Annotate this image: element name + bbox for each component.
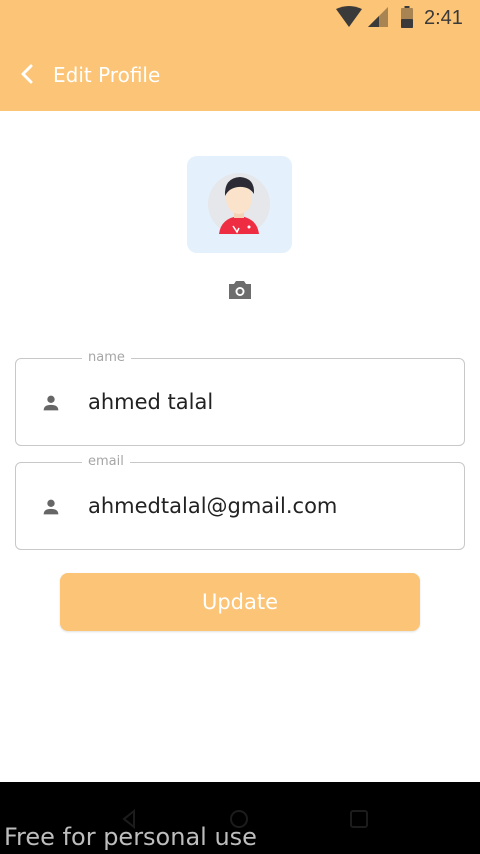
watermark-text: Free for personal use [4,823,257,851]
status-time: 2:41 [424,7,463,29]
person-icon [43,499,59,515]
page-title: Edit Profile [53,63,161,87]
email-field-label: email [82,454,130,470]
app-bar: 2:41 Edit Profile [0,0,480,111]
chevron-left-icon [21,64,33,84]
name-field: name [15,350,465,446]
email-input[interactable] [88,491,448,521]
name-input[interactable] [88,387,448,417]
avatar[interactable] [187,156,292,253]
nav-recent-icon[interactable] [348,808,370,830]
status-bar: 2:41 [0,0,480,38]
name-field-label: name [82,350,131,366]
camera-icon [229,281,251,299]
person-icon [43,395,59,411]
wifi-icon [336,6,362,27]
back-button[interactable] [14,58,44,90]
signal-icon [368,7,388,27]
update-button[interactable]: Update [60,573,420,631]
camera-button[interactable] [226,277,254,303]
user-avatar-icon [208,173,270,235]
battery-icon [401,6,413,28]
email-field: email [15,454,465,550]
navigation-bar: Free for personal use [0,782,480,854]
